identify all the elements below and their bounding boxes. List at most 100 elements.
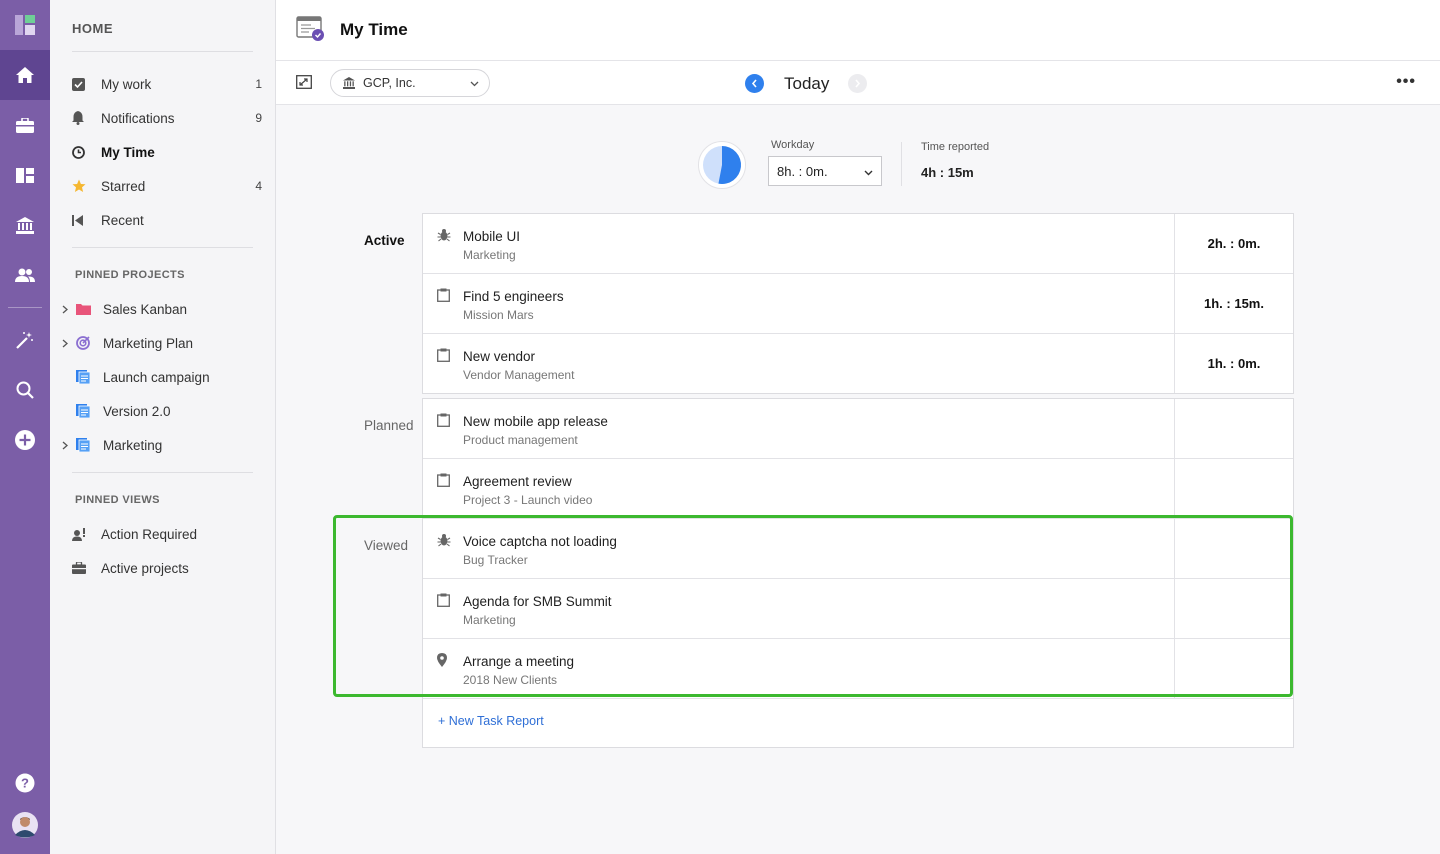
nav-item-starred[interactable]: Starred 4 bbox=[72, 173, 262, 199]
add-icon[interactable] bbox=[0, 415, 50, 465]
nav-item-notifications[interactable]: Notifications 9 bbox=[72, 105, 262, 131]
nav-item-count: 1 bbox=[255, 77, 262, 91]
task-row[interactable]: Find 5 engineers Mission Mars 1h. : 15m. bbox=[423, 274, 1293, 334]
nav-item-count: 4 bbox=[255, 179, 262, 193]
folder-icon bbox=[76, 301, 94, 317]
group-label-viewed: Viewed bbox=[364, 538, 409, 553]
nav-divider bbox=[72, 247, 253, 248]
task-project: 2018 New Clients bbox=[463, 673, 558, 687]
task-row[interactable]: Voice captcha not loading Bug Tracker bbox=[423, 519, 1293, 579]
app-logo-icon[interactable] bbox=[0, 0, 50, 50]
task-row[interactable]: Agenda for SMB Summit Marketing bbox=[423, 579, 1293, 639]
pinned-view-action-required[interactable]: Action Required bbox=[72, 521, 262, 547]
target-icon bbox=[76, 335, 94, 351]
left-navigation: HOME My work 1 Notifications 9 My Time S… bbox=[50, 0, 276, 854]
task-row[interactable]: New vendor Vendor Management 1h. : 0m. bbox=[423, 334, 1293, 394]
bug-icon bbox=[437, 533, 451, 547]
task-title: Voice captcha not loading bbox=[463, 534, 617, 549]
team-icon[interactable] bbox=[0, 250, 50, 300]
my-time-content: Workday 8h. : 0m. Time reported 4h : 15m… bbox=[276, 105, 1440, 854]
user-avatar[interactable] bbox=[0, 800, 50, 850]
task-project: Mission Mars bbox=[463, 308, 534, 322]
more-options-icon[interactable]: ••• bbox=[1396, 73, 1416, 91]
group-label-active: Active bbox=[364, 233, 405, 248]
pinned-project-marketing-plan[interactable]: Marketing Plan bbox=[62, 330, 262, 356]
document-icon bbox=[76, 437, 94, 453]
task-project: Bug Tracker bbox=[463, 553, 528, 567]
chevron-right-icon[interactable] bbox=[62, 441, 74, 450]
workday-select[interactable]: 8h. : 0m. bbox=[768, 156, 882, 186]
pinned-project-marketing[interactable]: Marketing bbox=[62, 432, 262, 458]
task-project: Project 3 - Launch video bbox=[463, 493, 593, 507]
nav-item-label: Starred bbox=[101, 178, 146, 194]
next-day-button[interactable] bbox=[848, 74, 867, 93]
chevron-right-icon[interactable] bbox=[62, 305, 74, 314]
search-icon[interactable] bbox=[0, 365, 50, 415]
task-time[interactable] bbox=[1174, 639, 1293, 698]
workday-label: Workday bbox=[771, 139, 815, 151]
task-title: New mobile app release bbox=[463, 414, 608, 429]
pinned-view-label: Action Required bbox=[101, 526, 198, 542]
nav-item-label: Recent bbox=[101, 212, 144, 228]
pinned-project-sales-kanban[interactable]: Sales Kanban bbox=[62, 296, 262, 322]
task-time[interactable] bbox=[1174, 519, 1293, 578]
page-title: My Time bbox=[340, 20, 408, 39]
rail-divider bbox=[8, 307, 42, 308]
expand-icon[interactable] bbox=[296, 75, 314, 91]
new-task-report-link[interactable]: + New Task Report bbox=[438, 714, 544, 728]
nav-divider bbox=[72, 472, 253, 473]
nav-item-my-time[interactable]: My Time bbox=[72, 139, 262, 165]
task-row[interactable]: Mobile UI Marketing 2h. : 0m. bbox=[423, 214, 1293, 274]
task-row[interactable]: Arrange a meeting 2018 New Clients bbox=[423, 639, 1293, 699]
pinned-project-label: Launch campaign bbox=[103, 369, 210, 385]
task-project: Marketing bbox=[463, 248, 516, 262]
task-time[interactable] bbox=[1174, 579, 1293, 638]
chevron-down-icon bbox=[864, 164, 873, 179]
chevron-right-icon[interactable] bbox=[62, 339, 74, 348]
time-reported-value: 4h : 15m bbox=[921, 165, 974, 180]
pinned-project-version-2[interactable]: Version 2.0 bbox=[62, 398, 262, 424]
briefcase-icon[interactable] bbox=[0, 100, 50, 150]
task-time[interactable] bbox=[1174, 459, 1293, 518]
nav-divider bbox=[72, 51, 253, 52]
task-time[interactable]: 1h. : 0m. bbox=[1174, 334, 1293, 393]
company-select[interactable]: GCP, Inc. bbox=[330, 69, 490, 97]
pinned-project-launch-campaign[interactable]: Launch campaign bbox=[62, 364, 262, 390]
time-reported-label: Time reported bbox=[921, 141, 990, 153]
task-row[interactable]: New mobile app release Product managemen… bbox=[423, 399, 1293, 459]
pinned-project-label: Marketing bbox=[103, 437, 163, 453]
nav-item-label: My Time bbox=[101, 144, 155, 160]
summary-divider bbox=[901, 142, 902, 186]
clipboard-icon bbox=[437, 473, 451, 487]
nav-item-recent[interactable]: Recent bbox=[72, 207, 262, 233]
board-icon[interactable] bbox=[0, 150, 50, 200]
rewind-icon bbox=[72, 212, 92, 228]
active-task-list: Mobile UI Marketing 2h. : 0m. Find 5 eng… bbox=[422, 213, 1294, 394]
workday-value: 8h. : 0m. bbox=[777, 163, 828, 179]
magic-wand-icon[interactable] bbox=[0, 315, 50, 365]
nav-item-label: My work bbox=[101, 76, 152, 92]
date-label: Today bbox=[784, 74, 830, 93]
previous-day-button[interactable] bbox=[745, 74, 764, 93]
nav-item-my-work[interactable]: My work 1 bbox=[72, 71, 262, 97]
star-icon bbox=[72, 178, 92, 194]
task-title: Agreement review bbox=[463, 474, 572, 489]
bell-icon bbox=[72, 110, 92, 126]
page-header: My Time bbox=[276, 0, 1440, 61]
home-icon[interactable] bbox=[0, 50, 50, 100]
task-time[interactable] bbox=[1174, 399, 1293, 458]
pinned-view-label: Active projects bbox=[101, 560, 189, 576]
bank-icon bbox=[343, 77, 355, 89]
task-time[interactable]: 1h. : 15m. bbox=[1174, 274, 1293, 333]
task-title: Mobile UI bbox=[463, 229, 521, 244]
pinned-view-active-projects[interactable]: Active projects bbox=[72, 555, 262, 581]
document-icon bbox=[76, 403, 94, 419]
task-project: Marketing bbox=[463, 613, 516, 627]
clipboard-icon bbox=[437, 413, 451, 427]
nav-home-label: HOME bbox=[72, 21, 113, 36]
bank-icon[interactable] bbox=[0, 200, 50, 250]
time-progress-pie bbox=[698, 141, 746, 189]
task-row[interactable]: Agreement review Project 3 - Launch vide… bbox=[423, 459, 1293, 519]
task-project: Product management bbox=[463, 433, 578, 447]
task-time[interactable]: 2h. : 0m. bbox=[1174, 214, 1293, 273]
